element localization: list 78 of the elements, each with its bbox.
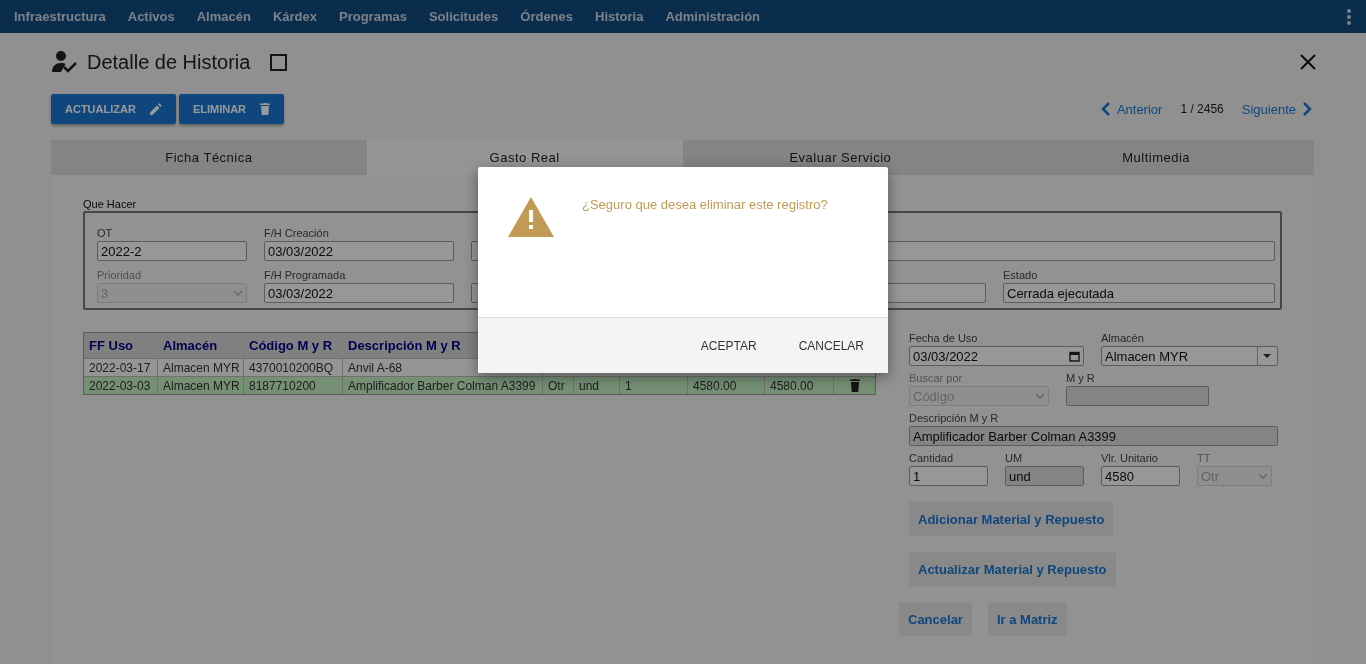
add-material-button[interactable]: Adicionar Material y Repuesto <box>909 502 1114 536</box>
table-cell: 2022-03-03 <box>84 377 158 394</box>
nav-item[interactable]: Activos <box>127 9 175 24</box>
table-cell: 8187710200 <box>244 377 343 394</box>
user-check-icon <box>51 50 77 74</box>
table-cell: und <box>574 377 620 394</box>
chevron-right-icon <box>1302 102 1312 116</box>
nav-item[interactable]: Solicitudes <box>428 9 499 24</box>
table-cell: Amplificador Barber Colman A3399 <box>343 377 543 394</box>
nav-item[interactable]: Infraestructura <box>14 9 106 24</box>
nav-item[interactable]: Almacén <box>196 9 251 24</box>
tab[interactable]: Ficha Técnica <box>51 140 367 175</box>
field-label: F/H Creación <box>264 227 330 241</box>
field-label: Almacén <box>1101 332 1145 346</box>
field-label: UM <box>1005 452 1024 466</box>
input-field[interactable]: und <box>1005 466 1084 486</box>
field-label: M y R <box>1066 372 1096 386</box>
nav-item[interactable]: Kárdex <box>272 9 317 24</box>
checkbox[interactable] <box>270 53 288 71</box>
table-cell: 4580.00 <box>688 377 765 394</box>
input-field[interactable]: 03/03/2022 <box>264 241 454 261</box>
column-header: Almacén <box>162 337 219 355</box>
field-label: TT <box>1197 452 1212 466</box>
page-title: Detalle de Historia <box>87 50 251 74</box>
column-header: FF Uso <box>88 337 135 355</box>
field-label: F/H Programada <box>264 269 347 283</box>
date-field[interactable]: 03/03/2022 <box>909 346 1084 366</box>
table-cell: Otr <box>543 377 574 394</box>
record-counter: 1 / 2456 <box>1180 102 1224 116</box>
input-field[interactable]: 03/03/2022 <box>264 283 454 303</box>
warning-icon <box>508 197 554 237</box>
field-label: OT <box>97 227 114 241</box>
chevron-left-icon <box>1100 102 1111 116</box>
input-field[interactable]: 2022-2 <box>97 241 247 261</box>
dialog-message: ¿Seguro que desea eliminar este registro? <box>582 197 828 212</box>
input-field[interactable]: 1 <box>909 466 988 486</box>
cancel-button[interactable]: CANCELAR <box>788 330 874 361</box>
previous-link[interactable]: Anterior <box>1100 101 1163 117</box>
field-label: Cantidad <box>909 452 955 466</box>
matrix-button[interactable]: Ir a Matriz <box>987 602 1067 636</box>
trash-icon[interactable] <box>849 379 860 392</box>
field-label: Descripción M y R <box>909 412 1000 426</box>
table-cell: 4580.00 <box>765 377 834 394</box>
chevron-down-icon <box>233 290 243 296</box>
chevron-down-icon <box>1258 473 1268 479</box>
trash-icon <box>260 103 271 115</box>
input-field[interactable]: Amplificador Barber Colman A3399 <box>909 426 1278 446</box>
more-vertical-icon[interactable] <box>1346 7 1352 26</box>
table-cell: Almacen MYR <box>158 377 244 394</box>
next-link[interactable]: Siguiente <box>1241 101 1312 117</box>
calendar-icon <box>1069 350 1080 362</box>
nav-item[interactable]: Historia <box>595 9 644 24</box>
field-label: Vlr. Unitario <box>1101 452 1159 466</box>
section-legend: Que Hacer <box>83 198 137 210</box>
field-label: Prioridad <box>97 269 143 283</box>
tab[interactable]: Multimedia <box>998 140 1314 175</box>
pencil-icon <box>149 103 162 115</box>
update-material-button[interactable]: Actualizar Material y Repuesto <box>909 552 1116 586</box>
accept-button[interactable]: ACEPTAR <box>690 330 767 361</box>
close-icon[interactable] <box>1299 53 1317 71</box>
nav-item[interactable]: Programas <box>339 9 407 24</box>
select-field[interactable]: Almacen MYR <box>1101 346 1278 366</box>
input-field[interactable]: Cerrada ejecutada <box>1003 283 1275 303</box>
nav-item[interactable]: Órdenes <box>520 9 574 24</box>
table-row[interactable]: 2022-03-03 Almacen MYR 8187710200 Amplificador Barber Colman A3399 Otr und 1 4580.00 4580.00 <box>84 376 875 394</box>
cancel-button[interactable]: Cancelar <box>899 602 972 636</box>
update-button[interactable]: ACTUALIZAR <box>51 94 176 124</box>
nav-item[interactable]: Administración <box>665 9 761 24</box>
chevron-down-icon <box>1035 393 1045 399</box>
table-cell: 1 <box>620 377 688 394</box>
input-field[interactable]: 4580 <box>1101 466 1180 486</box>
column-header: Descripción M y R <box>347 337 462 355</box>
field-label: Buscar por <box>909 372 964 386</box>
field-label: Estado <box>1003 269 1039 283</box>
field-label: Fecha de Uso <box>909 332 979 346</box>
input-field[interactable] <box>1066 386 1209 406</box>
delete-button[interactable]: ELIMINAR <box>178 94 285 124</box>
column-header: Código M y R <box>248 337 334 355</box>
